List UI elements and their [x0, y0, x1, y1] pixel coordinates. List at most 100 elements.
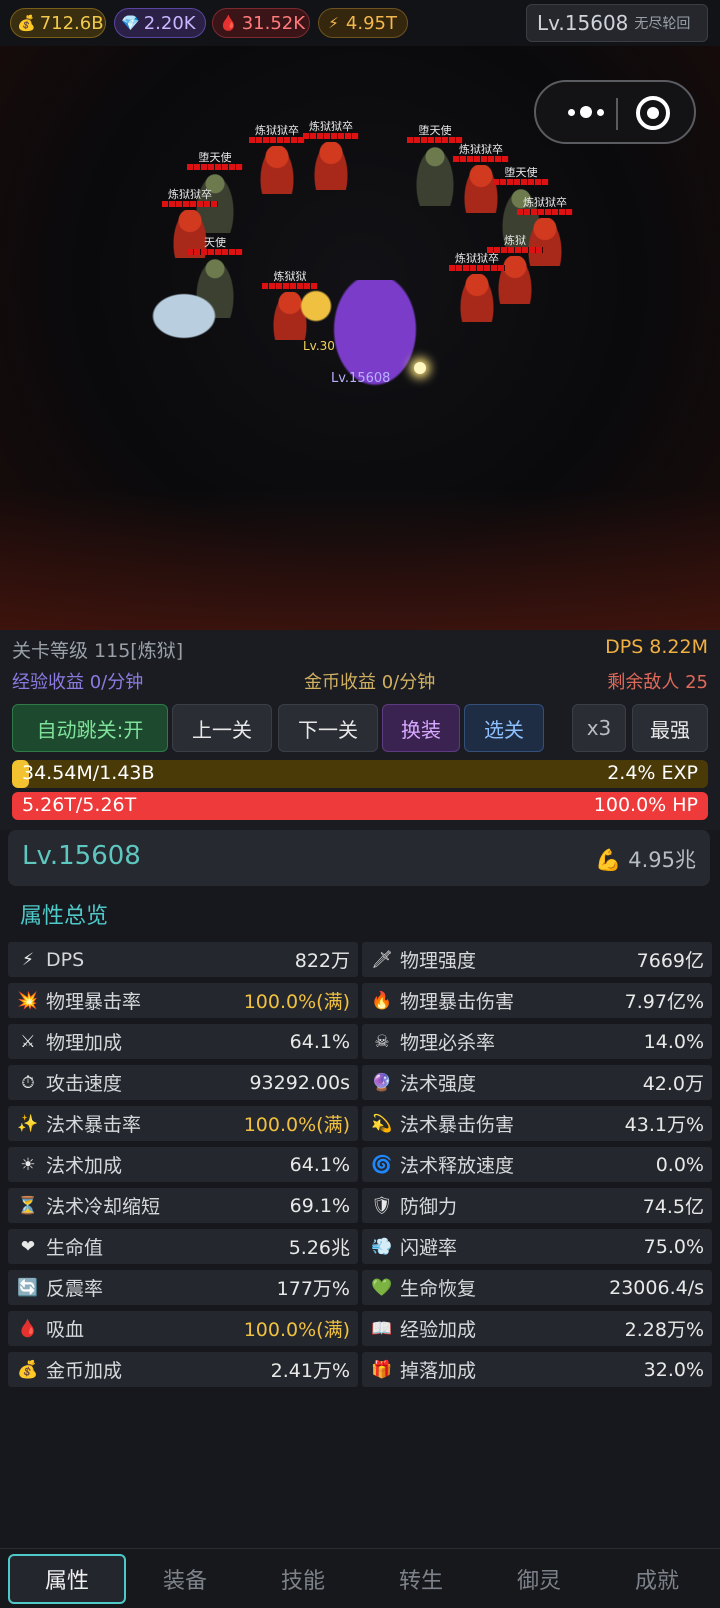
stat-row: 🔄 反震率 177万% — [8, 1270, 358, 1305]
power-counter[interactable]: ⚡ 4.95T — [318, 8, 408, 38]
speed-button[interactable]: x3 — [572, 704, 626, 752]
nav-tab[interactable]: 属性 — [8, 1553, 126, 1604]
game-mode: 无尽轮回 — [634, 16, 691, 32]
change-outfit-button[interactable]: 换装 — [382, 704, 460, 752]
stat-value: 5.26兆 — [288, 1237, 350, 1259]
sun-icon: ☀ — [20, 1154, 36, 1175]
enemy-name: 炼狱狱卒 — [168, 188, 212, 201]
exp-income: 经验收益 0/分钟 — [12, 672, 144, 693]
enemy[interactable]: 炼狱狱卒 — [296, 118, 366, 228]
close-target-icon[interactable] — [636, 96, 670, 130]
prev-stage-button[interactable]: 上一关 — [172, 704, 272, 752]
stat-name: 生命值 — [46, 1237, 104, 1259]
enemy-hp-bar — [303, 133, 359, 139]
exp-amount: 34.54M/1.43B — [22, 762, 155, 784]
enemy-hp-bar — [493, 179, 549, 185]
select-stage-button[interactable]: 选关 — [464, 704, 544, 752]
nav-tab[interactable]: 转生 — [362, 1554, 480, 1604]
stat-row: ✨ 法术暴击率 100.0%(满) — [8, 1106, 358, 1141]
stat-row: 📖 经验加成 2.28万% — [362, 1311, 712, 1346]
section-title: 属性总览 — [20, 904, 109, 929]
stat-row: 🗡 物理强度 7669亿 — [362, 942, 712, 977]
gold-income: 金币收益 0/分钟 — [304, 672, 436, 693]
stat-row: 💰 金币加成 2.41万% — [8, 1352, 358, 1387]
stat-value: 7.97亿% — [624, 991, 704, 1013]
stat-value: 69.1% — [289, 1194, 350, 1217]
enemy-name: 炼狱狱 — [273, 270, 307, 283]
stat-value: 100.0%(满) — [243, 1114, 350, 1136]
battle-scene[interactable]: 炼狱狱卒 炼狱狱卒 堕天使 炼狱狱卒 天使 炼狱狱 堕天使 炼狱狱卒 堕天使 炼… — [0, 46, 720, 630]
stage-level: 关卡等级 115[炼狱] — [12, 640, 184, 662]
stat-name: 防御力 — [400, 1196, 458, 1218]
enemy-hp-bar — [517, 209, 573, 215]
stat-value: 2.41万% — [270, 1360, 350, 1382]
ice-wolf-sprite — [150, 292, 218, 340]
enemy-name: 堕天使 — [418, 124, 452, 137]
stat-name: 法术加成 — [46, 1155, 123, 1177]
bottom-nav: 属性 装备 技能 转生 御灵 成就 — [0, 1548, 720, 1608]
stat-value: 7669亿 — [636, 950, 704, 972]
stat-name: 物理必杀率 — [400, 1032, 496, 1054]
dagger-icon: 🗡 — [371, 949, 393, 970]
stat-name: 闪避率 — [400, 1237, 458, 1259]
stat-name: 法术暴击率 — [46, 1114, 142, 1136]
sparkles-icon: ✨ — [17, 1113, 39, 1134]
stat-name: 生命恢复 — [400, 1278, 477, 1300]
green-heart-icon: 💚 — [371, 1277, 393, 1298]
stat-value: 93292.00s — [249, 1071, 350, 1094]
imp-sprite — [260, 146, 294, 194]
stat-name: 法术强度 — [400, 1073, 477, 1095]
next-stage-button[interactable]: 下一关 — [278, 704, 378, 752]
level-mode-box[interactable]: Lv.15608 无尽轮回 — [526, 4, 708, 42]
stat-value: 74.5亿 — [642, 1196, 704, 1218]
profile-card: Lv.15608 💪 4.95兆 — [8, 830, 710, 886]
enemy-name: 炼狱狱卒 — [459, 143, 503, 156]
enemy-name: 炼狱狱卒 — [455, 252, 499, 265]
burst-icon: 💥 — [17, 990, 39, 1011]
cyclone-icon: 🌀 — [371, 1154, 393, 1175]
stat-row: ☠ 物理必杀率 14.0% — [362, 1024, 712, 1059]
stat-row: ⏳ 法术冷却缩短 69.1% — [8, 1188, 358, 1223]
stopwatch-icon: ⏱ — [21, 1072, 35, 1093]
enemy[interactable]: 炼狱狱卒 — [442, 250, 512, 360]
enemy-name: 炼狱狱卒 — [255, 124, 299, 137]
nav-tab[interactable]: 御灵 — [480, 1554, 598, 1604]
stat-name: 法术冷却缩短 — [46, 1196, 161, 1218]
stat-name: 物理暴击伤害 — [400, 991, 515, 1013]
stats-grid: ⚡ DPS 822万 🗡 物理强度 7669亿 💥 物理暴击率 100.0%(满) 🔥 物理暴击伤害… — [8, 942, 712, 1387]
nav-tab[interactable]: 成就 — [598, 1554, 716, 1604]
heart-icon: ❤ — [20, 1236, 36, 1257]
game-screen: 💰 712.6B 💎 2.20K 🩸 31.52K ⚡ 4.95T Lv.156… — [0, 0, 720, 1608]
stat-row: 🛡 防御力 74.5亿 — [362, 1188, 712, 1223]
dizzy-star-icon: 💫 — [371, 1113, 393, 1134]
hp-bar: 5.26T/5.26T 100.0% HP — [12, 792, 708, 820]
strongest-button[interactable]: 最强 — [632, 704, 708, 752]
stat-name: 反震率 — [46, 1278, 104, 1300]
more-icon[interactable] — [556, 96, 616, 128]
hero-level: Lv.15608 — [331, 371, 391, 386]
stat-row: 🔮 法术强度 42.0万 — [362, 1065, 712, 1100]
energy-orb — [414, 362, 426, 374]
refresh-icon: 🔄 — [17, 1277, 39, 1298]
gem-counter[interactable]: 💎 2.20K — [114, 8, 206, 38]
imp-sprite — [314, 142, 348, 190]
enemy-hp-bar — [453, 156, 509, 162]
stat-row: ⚡ DPS 822万 — [8, 942, 358, 977]
pet-sprite[interactable] — [296, 286, 336, 326]
stat-value: 23006.4/s — [609, 1276, 704, 1299]
auto-skip-button[interactable]: 自动跳关:开 — [12, 704, 168, 752]
lava-floor — [0, 490, 720, 630]
stat-value: 0.0% — [655, 1153, 704, 1176]
stat-value: 64.1% — [289, 1153, 350, 1176]
flexed-arm-icon: 💪 — [595, 848, 622, 872]
enemy-hp-bar — [187, 164, 243, 170]
currency-bar: 💰 712.6B 💎 2.20K 🩸 31.52K ⚡ 4.95T Lv.156… — [0, 0, 720, 46]
stat-value: 64.1% — [289, 1030, 350, 1053]
hp-percent: 100.0% HP — [593, 794, 698, 816]
nav-tab[interactable]: 装备 — [126, 1554, 244, 1604]
blood-counter[interactable]: 🩸 31.52K — [212, 8, 310, 38]
stat-name: 法术暴击伤害 — [400, 1114, 515, 1136]
nav-tab[interactable]: 技能 — [244, 1554, 362, 1604]
gold-counter[interactable]: 💰 712.6B — [10, 8, 106, 38]
stat-value: 177万% — [276, 1278, 350, 1300]
